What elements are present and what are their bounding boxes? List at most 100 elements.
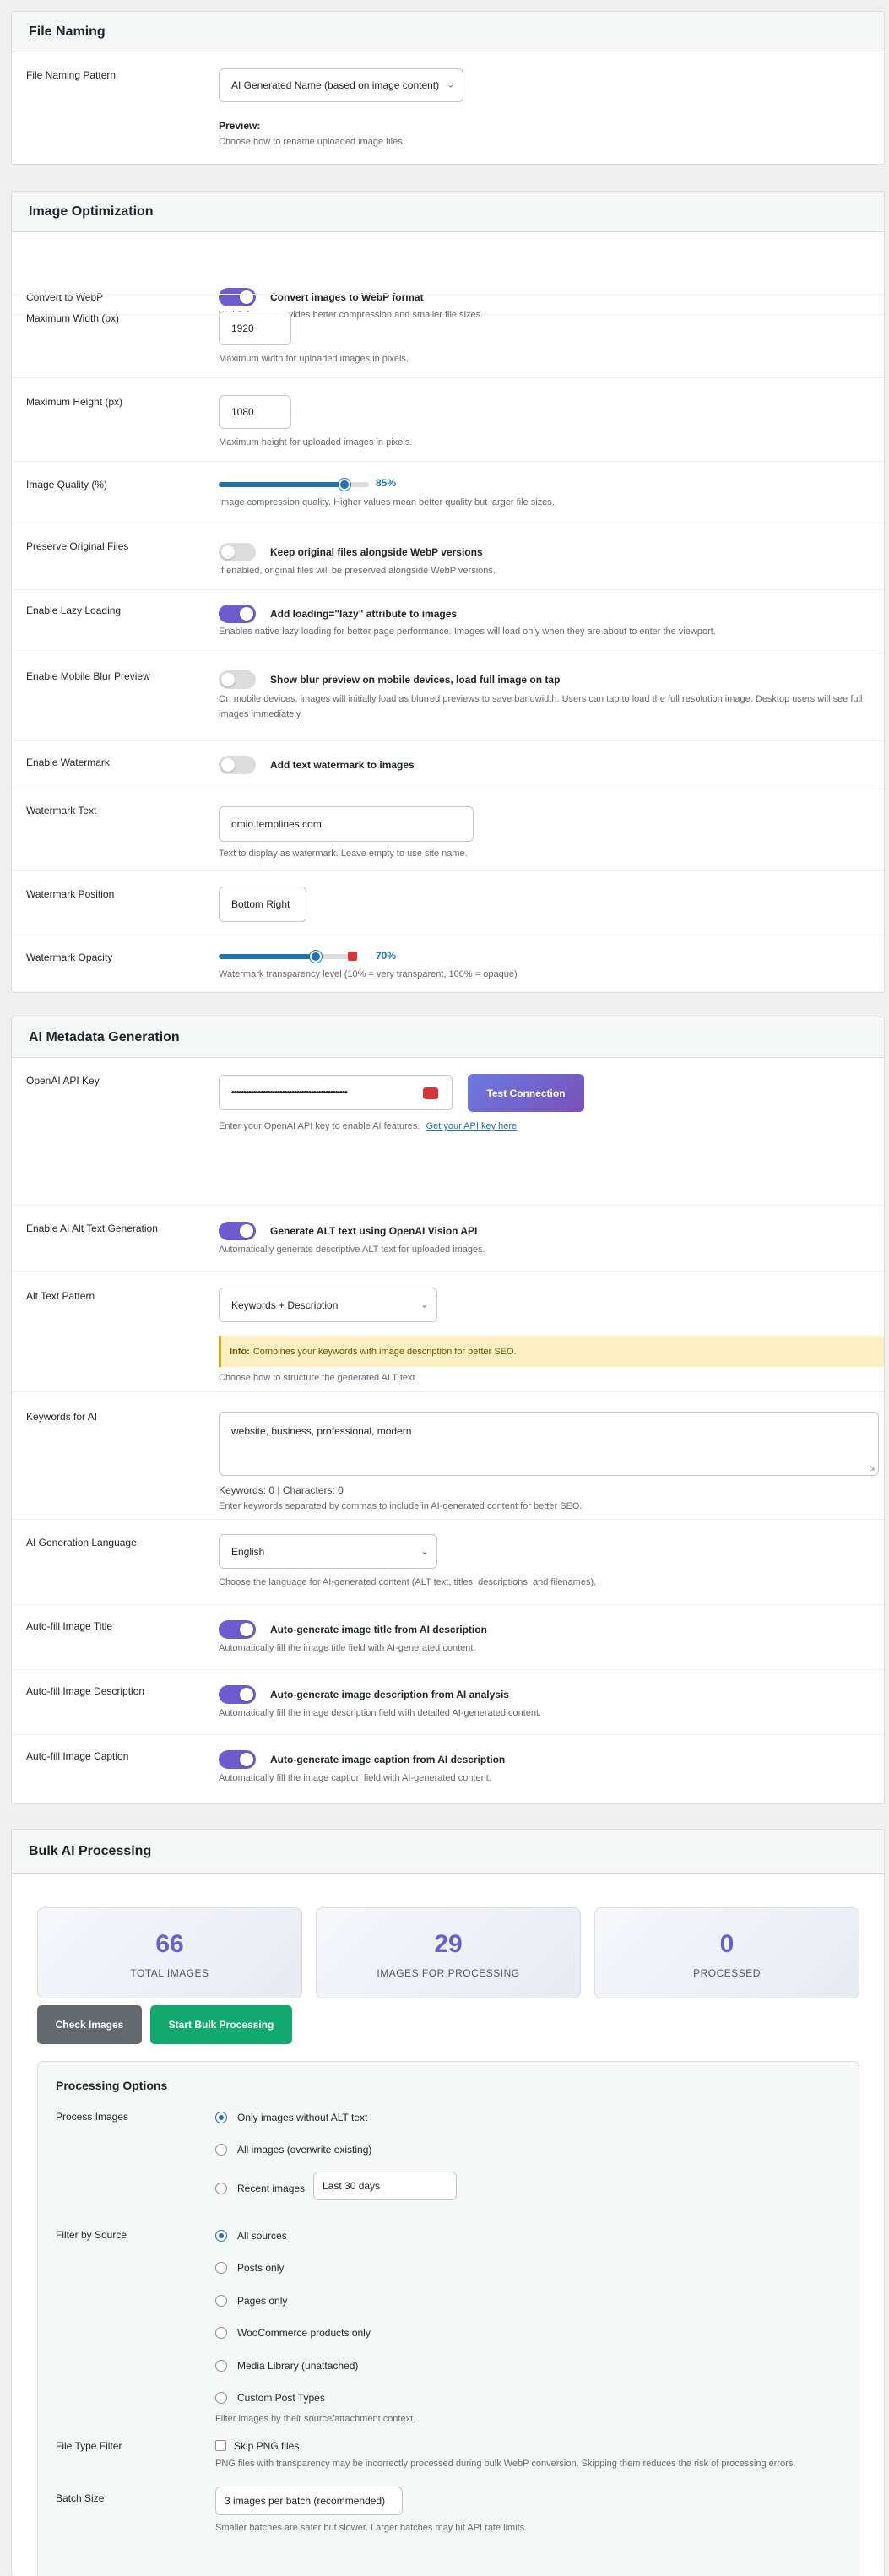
fill-title-row: Auto-fill Image Title Auto-generate imag… [12,1604,884,1669]
filter-source-label: Filter by Source [56,2229,127,2241]
chevron-down-icon: ⌄ [447,80,454,90]
ai-metadata-card: AI Metadata Generation OpenAI API Key ••… [11,1017,885,1804]
fill-desc-desc: Automatically fill the image description… [219,1708,542,1718]
watermark-position-row: Watermark Position Bottom Right [12,870,884,935]
alt-pattern-info: Info: Combines your keywords with image … [219,1336,884,1367]
quality-slider[interactable] [219,479,369,491]
alt-text-toggle[interactable] [219,1222,256,1240]
lazy-label: Enable Lazy Loading [26,605,122,616]
language-row: AI Generation Language English ⌄ Choose … [12,1519,884,1604]
blur-toggle[interactable] [219,670,256,689]
api-key-link[interactable]: Get your API key here [426,1121,518,1131]
batch-size-value: 3 images per batch (recommended) [225,2495,386,2507]
language-label: AI Generation Language [26,1537,137,1548]
api-key-desc-wrap: Enter your OpenAI API key to enable AI f… [219,1121,517,1131]
process-radio-all[interactable] [215,2144,227,2156]
recent-range-input[interactable]: Last 30 days [313,2172,457,2200]
lazy-desc: Enables native lazy loading for better p… [219,626,716,637]
file-naming-pattern-select[interactable]: AI Generated Name (based on image conten… [219,68,463,102]
file-naming-pattern-value: AI Generated Name (based on image conten… [231,79,440,91]
alt-text-row: Enable AI Alt Text Generation Generate A… [12,1205,884,1271]
max-width-value: 1920 [231,323,254,334]
file-type-filter-label: File Type Filter [56,2440,122,2452]
process-option-recent: Recent images [237,2183,306,2194]
alt-text-toggle-text: Generate ALT text using OpenAI Vision AP… [270,1225,478,1237]
filter-radio-media-library[interactable] [215,2360,227,2372]
watermark-text-desc: Text to display as watermark. Leave empt… [219,849,468,859]
process-radio-without-alt[interactable] [215,2112,227,2123]
max-height-row: Maximum Height (px) 1080 Maximum height … [12,377,884,461]
alt-text-desc: Automatically generate descriptive ALT t… [219,1245,485,1255]
toggle-knob [240,1623,253,1636]
quality-label: Image Quality (%) [26,479,108,491]
skip-png-label: Skip PNG files [234,2440,300,2452]
watermark-row: Enable Watermark Add text watermark to i… [12,740,884,789]
toggle-knob [221,673,235,686]
filter-radio-woocommerce[interactable] [215,2327,227,2339]
blur-toggle-text: Show blur preview on mobile devices, loa… [270,674,561,686]
max-width-label: Maximum Width (px) [26,312,120,324]
language-select[interactable]: English ⌄ [219,1534,437,1569]
check-images-button[interactable]: Check Images [37,2005,142,2044]
stat-processed: 0 PROCESSED [594,1907,859,1998]
process-radio-recent[interactable] [215,2183,227,2194]
api-key-input[interactable]: ••••••••••••••••••••••••••••••••••••••••… [219,1075,453,1110]
stat-total-value: 66 [155,1930,184,1958]
filter-radio-pages[interactable] [215,2295,227,2307]
batch-size-select[interactable]: 3 images per batch (recommended) [215,2487,403,2515]
filter-option-pages: Pages only [237,2295,288,2307]
lazy-toggle[interactable] [219,605,256,623]
keywords-textarea[interactable]: website, business, professional, modern … [219,1412,879,1476]
filter-option-woocommerce: WooCommerce products only [237,2327,371,2339]
file-naming-desc: Choose how to rename uploaded image file… [219,137,405,147]
alt-pattern-select[interactable]: Keywords + Description ⌄ [219,1288,437,1322]
fill-title-toggle[interactable] [219,1620,256,1639]
filter-radio-custom-post-types[interactable] [215,2392,227,2404]
process-option-without-alt: Only images without ALT text [237,2112,368,2123]
fill-desc-row: Auto-fill Image Description Auto-generat… [12,1669,884,1734]
max-height-input[interactable]: 1080 [219,395,291,429]
watermark-position-value: Bottom Right [231,898,290,910]
max-width-row: Maximum Width (px) 1920 Maximum width fo… [12,294,884,377]
alt-pattern-info-bold: Info: [230,1346,250,1357]
watermark-position-select[interactable]: Bottom Right [219,887,306,922]
fill-caption-toggle[interactable] [219,1750,256,1769]
file-type-filter-desc: PNG files with transparency may be incor… [215,2459,796,2469]
file-naming-pattern-label: File Naming Pattern [26,69,117,81]
fill-title-label: Auto-fill Image Title [26,1620,113,1632]
test-connection-button[interactable]: Test Connection [468,1074,584,1112]
toggle-knob [221,545,235,559]
skip-png-checkbox[interactable] [215,2440,226,2451]
quality-value: 85% [376,477,397,489]
api-key-label: OpenAI API Key [26,1075,100,1087]
blur-row: Enable Mobile Blur Preview Show blur pre… [12,653,884,740]
blur-desc: On mobile devices, images will initially… [219,694,863,719]
filter-radio-all-sources[interactable] [215,2230,227,2242]
process-option-all: All images (overwrite existing) [237,2144,372,2156]
quality-slider-thumb[interactable] [339,479,350,491]
batch-size-desc: Smaller batches are safer but slower. La… [215,2523,528,2533]
watermark-text-input[interactable]: omio.templines.com [219,806,474,842]
quality-desc: Image compression quality. Higher values… [219,497,555,507]
toggle-knob [240,1688,253,1701]
filter-option-media-library: Media Library (unattached) [237,2360,359,2372]
preserve-toggle[interactable] [219,543,256,561]
api-key-desc: Enter your OpenAI API key to enable AI f… [219,1121,420,1131]
watermark-opacity-slider[interactable] [219,951,357,963]
watermark-opacity-slider-thumb[interactable] [310,951,322,963]
fill-desc-toggle-text: Auto-generate image description from AI … [270,1689,509,1700]
max-width-input[interactable]: 1920 [219,312,291,345]
processing-options-panel: Processing Options Process Images Only i… [37,2061,859,2576]
resize-handle-icon[interactable]: ⇲ [869,1464,875,1473]
toggle-knob [240,607,253,621]
watermark-toggle[interactable] [219,756,256,774]
file-naming-title: File Naming [12,12,884,52]
filter-radio-posts[interactable] [215,2262,227,2274]
password-manager-icon [348,952,357,961]
fill-caption-desc: Automatically fill the image caption fie… [219,1773,491,1783]
fill-desc-toggle[interactable] [219,1685,256,1704]
filter-option-custom-post-types: Custom Post Types [237,2392,325,2404]
fill-title-desc: Automatically fill the image title field… [219,1643,476,1653]
keywords-value: website, business, professional, modern [231,1425,412,1437]
start-bulk-processing-button[interactable]: Start Bulk Processing [150,2005,292,2044]
